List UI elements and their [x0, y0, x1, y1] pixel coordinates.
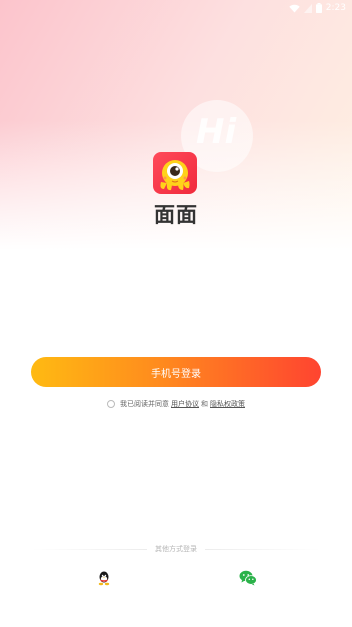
- status-time: 2:23: [325, 3, 346, 13]
- app-name: 面面: [154, 203, 198, 227]
- wechat-login-button[interactable]: [239, 570, 257, 586]
- octopus-mascot-icon: [153, 152, 197, 194]
- agreement-checkbox[interactable]: [107, 400, 115, 408]
- agreement-prefix: 我已阅读并同意: [120, 400, 169, 408]
- privacy-policy-link[interactable]: 隐私权政策: [210, 399, 245, 409]
- user-agreement-link[interactable]: 用户协议: [171, 399, 199, 409]
- wechat-icon: [239, 570, 257, 586]
- other-login-divider: 其他方式登录: [32, 543, 320, 555]
- qq-login-button[interactable]: [96, 570, 112, 586]
- other-login-label: 其他方式登录: [155, 545, 197, 553]
- battery-icon: [315, 3, 322, 13]
- wifi-icon: [289, 4, 300, 13]
- phone-login-label: 手机号登录: [151, 368, 201, 380]
- phone-login-button[interactable]: 手机号登录: [31, 357, 321, 387]
- divider-line-right: [205, 548, 320, 550]
- app-logo: [153, 152, 197, 194]
- agreement-conjunction: 和: [201, 400, 208, 408]
- status-bar: 2:23: [0, 0, 352, 16]
- login-screen: 2:23 Hi 面面 手机号登录 我已阅读并同意 用户协议 和 隐私权政策 其他…: [0, 0, 352, 627]
- status-icons: 2:23: [289, 2, 346, 14]
- qq-icon: [98, 571, 110, 586]
- hi-decoration-text: Hi: [196, 112, 237, 152]
- agreement-row: 我已阅读并同意 用户协议 和 隐私权政策: [0, 398, 352, 410]
- divider-line-left: [32, 548, 147, 550]
- signal-icon: [303, 3, 312, 13]
